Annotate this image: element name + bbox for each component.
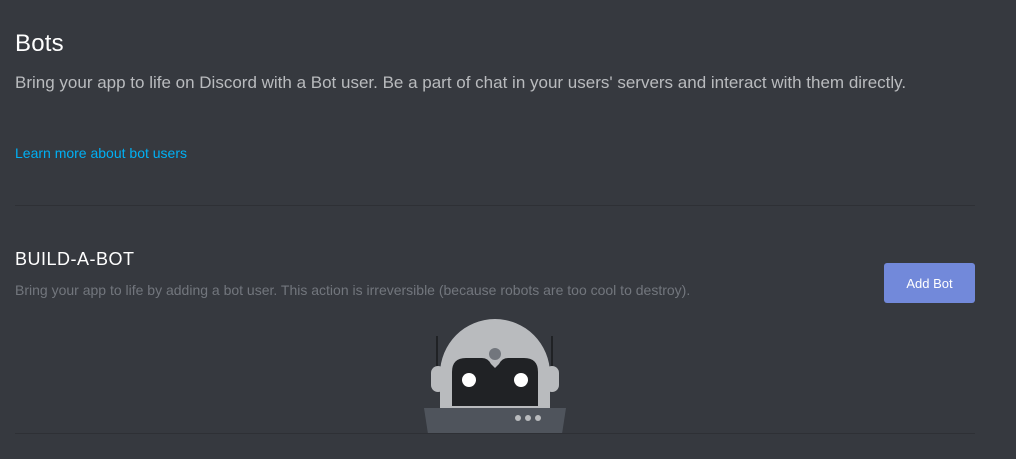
bots-settings-page: Bots Bring your app to life on Discord w… (0, 0, 1016, 459)
robot-dot (535, 415, 541, 421)
robot-body (424, 408, 566, 434)
robot-illustration-icon (424, 319, 566, 434)
learn-more-link[interactable]: Learn more about bot users (15, 145, 187, 161)
build-a-bot-description: Bring your app to life by adding a bot u… (15, 282, 691, 298)
section-divider (15, 433, 975, 434)
robot-eye-right (514, 373, 528, 387)
build-a-bot-title: BUILD-A-BOT (15, 249, 135, 269)
robot-dot (515, 415, 521, 421)
section-divider (15, 205, 975, 206)
page-title: Bots (15, 30, 64, 57)
add-bot-button[interactable]: Add Bot (884, 263, 975, 303)
robot-sensor (489, 348, 501, 360)
page-description: Bring your app to life on Discord with a… (15, 73, 907, 92)
robot-eye-left (462, 373, 476, 387)
robot-dot (525, 415, 531, 421)
